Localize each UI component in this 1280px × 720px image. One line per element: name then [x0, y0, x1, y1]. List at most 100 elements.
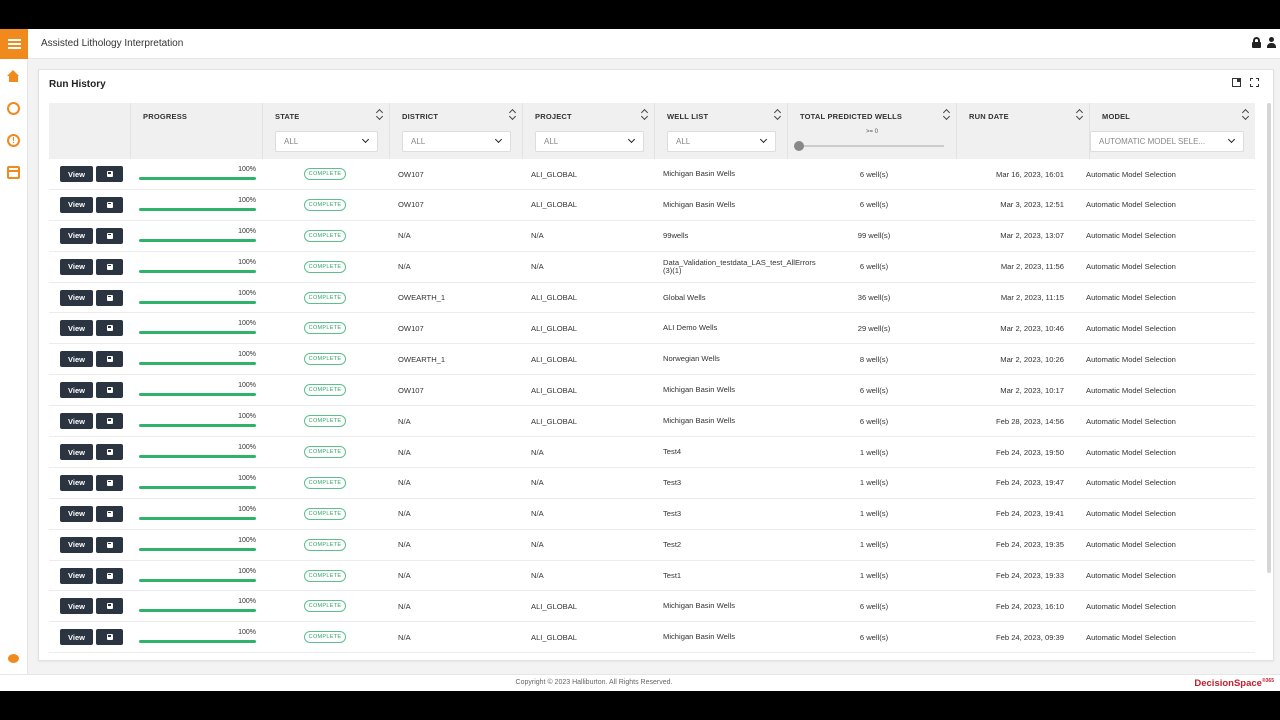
sort-icon[interactable]	[1076, 109, 1083, 120]
run-date-cell: Mar 3, 2023, 12:51	[1000, 200, 1064, 210]
state-filter[interactable]: ALL	[275, 131, 378, 152]
menu-button[interactable]	[0, 29, 28, 59]
column-well-list: WELL LIST ALL	[654, 103, 787, 159]
view-button[interactable]: View	[60, 258, 93, 275]
district-cell: OW107	[398, 169, 424, 179]
view-button[interactable]: View	[60, 629, 93, 646]
window-icon[interactable]	[7, 166, 20, 179]
save-button[interactable]	[96, 351, 123, 368]
table-row: View 100% COMPLETE N/A N/A Test4 1 well(…	[49, 437, 1255, 468]
view-button[interactable]: View	[60, 598, 93, 615]
scrollbar[interactable]	[1267, 103, 1271, 573]
save-button[interactable]	[96, 629, 123, 646]
save-button[interactable]	[96, 444, 123, 461]
save-button[interactable]	[96, 166, 123, 182]
view-button[interactable]: View	[60, 413, 93, 430]
view-button[interactable]: View	[60, 166, 93, 182]
progress-percent: 100%	[238, 536, 256, 544]
total-filter-slider-track[interactable]	[800, 145, 944, 147]
save-button[interactable]	[96, 413, 123, 430]
progress-percent: 100%	[238, 382, 256, 390]
view-button[interactable]: View	[60, 196, 93, 213]
status-badge: COMPLETE	[304, 291, 346, 304]
save-button[interactable]	[96, 382, 123, 399]
column-project: PROJECT ALL	[522, 103, 654, 159]
view-button[interactable]: View	[60, 351, 93, 368]
view-button[interactable]: View	[60, 536, 93, 553]
save-icon	[106, 572, 113, 579]
brand-name: DecisionSpace	[1194, 678, 1262, 690]
district-cell: N/A	[398, 509, 411, 519]
status-badge: COMPLETE	[304, 600, 346, 613]
total-wells-cell: 1 well(s)	[859, 571, 889, 581]
table-row: View 100% COMPLETE N/A N/A Test2 1 well(…	[49, 530, 1255, 561]
save-button[interactable]	[96, 598, 123, 615]
view-button[interactable]: View	[60, 567, 93, 584]
view-button[interactable]: View	[60, 382, 93, 399]
progress-percent: 100%	[238, 258, 256, 266]
total-wells-cell: 1 well(s)	[859, 478, 889, 488]
view-button[interactable]: View	[60, 474, 93, 491]
chevron-down-icon	[361, 135, 370, 144]
save-button[interactable]	[96, 320, 123, 337]
progress-fill	[139, 300, 256, 304]
view-button[interactable]: View	[60, 289, 93, 306]
sort-icon[interactable]	[943, 109, 950, 120]
project-cell: ALI_GLOBAL	[531, 632, 578, 642]
progress-percent: 100%	[238, 598, 256, 606]
model-cell: Automatic Model Selection	[1086, 416, 1176, 426]
total-filter-slider-thumb[interactable]	[794, 141, 804, 151]
save-button[interactable]	[96, 474, 123, 491]
view-button[interactable]: View	[60, 320, 93, 337]
project-cell: ALI_GLOBAL	[531, 323, 578, 333]
user-icon[interactable]	[1267, 37, 1276, 48]
view-button[interactable]: View	[60, 227, 93, 244]
alert-icon[interactable]: !	[7, 134, 20, 147]
home-icon[interactable]	[7, 70, 20, 83]
menu-icon	[7, 43, 21, 45]
save-button[interactable]	[96, 536, 123, 553]
export-icon[interactable]	[1232, 78, 1241, 87]
sort-icon[interactable]	[509, 109, 516, 120]
well-list-cell: Michigan Basin Wells	[663, 632, 736, 642]
save-button[interactable]	[96, 196, 123, 213]
progress-bar	[139, 455, 256, 459]
well-list-filter[interactable]: ALL	[667, 131, 776, 152]
sidebar: !	[0, 59, 28, 691]
progress-fill	[139, 207, 256, 211]
chat-icon[interactable]	[8, 654, 19, 663]
district-filter[interactable]: ALL	[402, 131, 511, 152]
view-button[interactable]: View	[60, 444, 93, 461]
total-wells-cell: 1 well(s)	[859, 509, 889, 519]
well-list-cell: Data_Validation_testdata_LAS_test_AllErr…	[663, 257, 816, 275]
save-button[interactable]	[96, 227, 123, 244]
model-filter[interactable]: AUTOMATIC MODEL SELE...	[1090, 131, 1244, 152]
table-row: View 100% COMPLETE N/A ALI_GLOBAL Michig…	[49, 591, 1255, 623]
save-button[interactable]	[96, 505, 123, 522]
progress-fill	[139, 547, 256, 551]
sort-icon[interactable]	[641, 109, 648, 120]
table-row: View 100% COMPLETE OW107 ALI_GLOBAL Mich…	[49, 190, 1255, 221]
total-wells-cell: 36 well(s)	[857, 293, 891, 303]
brand-suffix: ®365	[1261, 678, 1274, 684]
lock-icon[interactable]	[1252, 37, 1261, 48]
table-row: View 100% COMPLETE N/A N/A Test1 1 well(…	[49, 561, 1255, 592]
project-cell: N/A	[531, 571, 544, 581]
project-filter[interactable]: ALL	[535, 131, 644, 152]
sort-icon[interactable]	[1242, 109, 1249, 120]
sort-icon[interactable]	[774, 109, 781, 120]
sort-icon[interactable]	[376, 109, 383, 120]
well-list-cell: ALI Demo Wells	[663, 323, 718, 333]
status-badge: COMPLETE	[304, 476, 346, 489]
save-button[interactable]	[96, 289, 123, 306]
save-button[interactable]	[96, 258, 123, 275]
view-button[interactable]: View	[60, 505, 93, 522]
expand-icon[interactable]	[1250, 78, 1259, 87]
project-cell: ALI_GLOBAL	[531, 354, 578, 364]
save-button[interactable]	[96, 567, 123, 584]
progress-bar	[139, 424, 256, 428]
well-list-cell: Michigan Basin Wells	[663, 601, 736, 611]
app-screen: Assisted Lithology Interpretation ! Run …	[0, 29, 1280, 691]
table-row: View 100% COMPLETE N/A ALI_GLOBAL Michig…	[49, 406, 1255, 438]
gauge-icon[interactable]	[7, 102, 20, 115]
